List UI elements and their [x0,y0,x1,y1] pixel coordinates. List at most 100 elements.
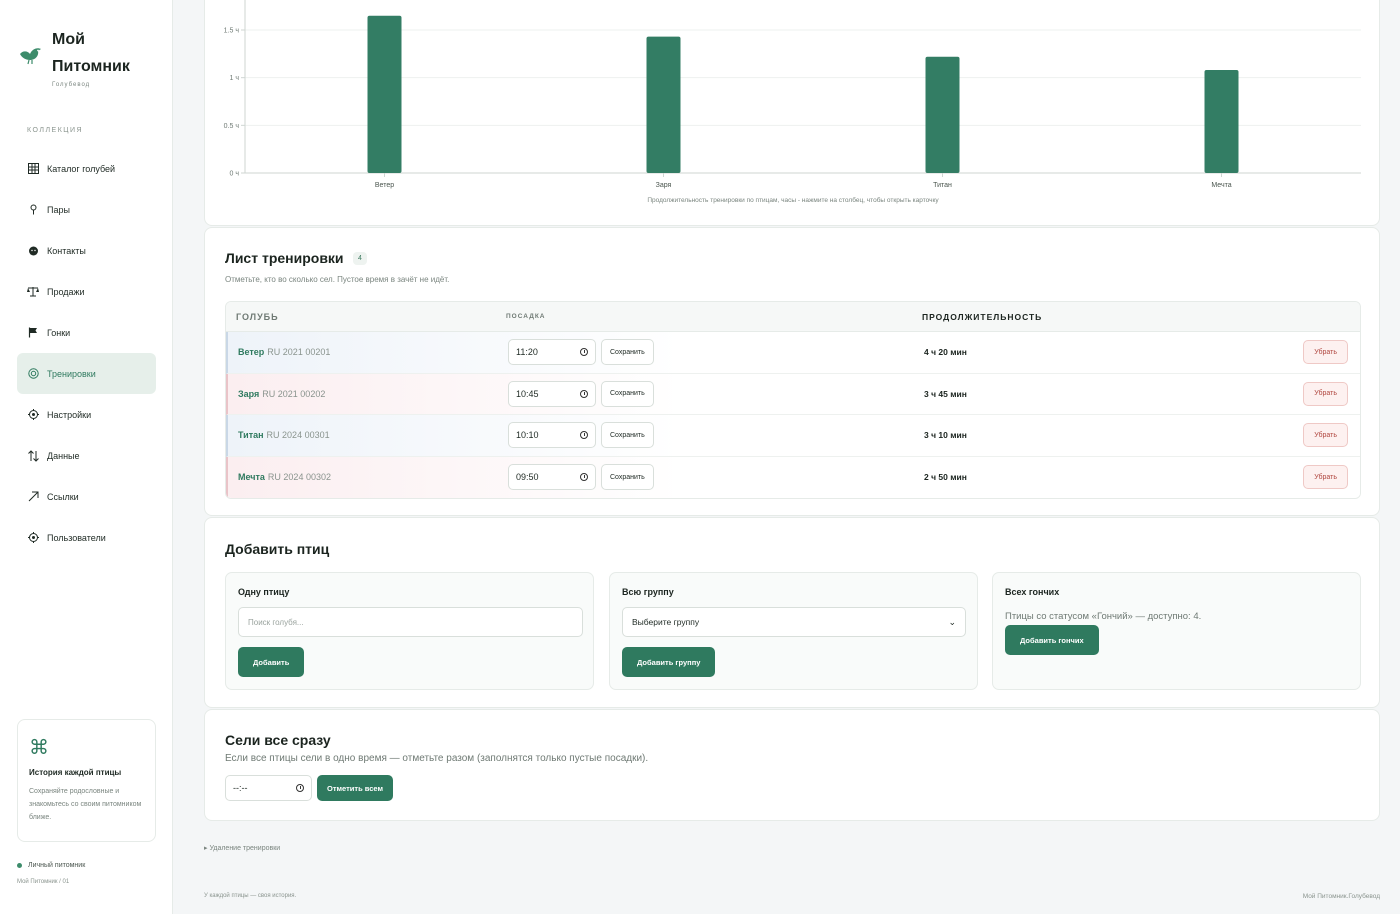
status-dot-icon [17,863,22,868]
gear-icon [27,409,39,421]
bird-name-link[interactable]: Ветер [238,347,264,357]
bar[interactable] [646,36,681,173]
bird-ring: RU 2021 00201 [267,347,331,358]
clock-icon [580,431,588,440]
clock-icon [296,784,304,792]
mark-all-button[interactable]: Отметить всем [317,775,393,801]
x-tick-label: Ветер [375,182,394,189]
landing-time-input[interactable]: 11:20 [508,339,596,366]
remove-button[interactable]: Убрать [1303,340,1348,365]
sidebar-item-label: Данные [47,450,80,461]
table-header: ГОЛУБЬ ПОСАДКА ПРОДОЛЖИТЕЛЬНОСТЬ [226,302,1360,332]
brand-title: Мой Питомник [52,31,130,75]
sort-arrows-icon [27,449,39,462]
training-table: ГОЛУБЬ ПОСАДКА ПРОДОЛЖИТЕЛЬНОСТЬ Ветер RU… [225,301,1361,499]
save-button[interactable]: Сохранить [601,422,654,449]
delete-training-toggle[interactable]: ▸ Удаление тренировки [204,844,280,852]
sidebar-item-users[interactable]: Пользователи [17,517,156,558]
remove-button[interactable]: Убрать [1303,465,1348,490]
add-hounds-button[interactable]: Добавить гончих [1005,625,1099,655]
table-row: Мечта RU 2024 00302 09:50 Сохранить 2 ч 5… [226,456,1360,498]
bird-name-link[interactable]: Заря [238,389,259,399]
add-bird-button[interactable]: Добавить [238,647,305,677]
sidebar-item-data[interactable]: Данные [17,435,156,476]
bar[interactable] [367,15,402,174]
footer-tagline: У каждой птицы — своя история. [204,893,297,899]
clock-icon [580,389,588,398]
bar[interactable] [925,56,960,173]
search-bird-input[interactable]: Поиск голубя... [238,607,583,637]
x-tick-label: Титан [933,182,952,189]
link-arrow-icon [27,491,39,503]
bird-ring: RU 2021 00202 [262,388,326,399]
duration-chart-card: 0 ч 0.5 ч 1 ч 1.5 ч Ветер Заря Титан Мечта Прод… [204,0,1380,226]
hounds-info: Птицы со статусом «Гончий» — доступно: 4… [1005,611,1202,622]
clock-icon [580,473,588,482]
bird-ring: RU 2024 00301 [266,430,330,441]
sidebar-item-label: Пользователи [47,532,106,543]
add-group-title: Всю группу [622,587,674,597]
sidebar-nav: Каталог голубей Пары Контакты Продажи Го… [17,148,156,558]
group-select[interactable]: Выберите группу ⌄ [622,607,966,637]
y-tick-label: 0 ч [230,171,240,178]
col-landing: ПОСАДКА [506,313,546,320]
footer-brand: Мой Питомник.Голубевод [1302,893,1380,900]
sidebar-item-races[interactable]: Гонки [17,312,156,353]
sidebar: Мой Питомник Голубевод КОЛЛЕКЦИЯ Каталог… [0,0,173,914]
save-button[interactable]: Сохранить [601,380,654,407]
x-tick-label: Мечта [1211,182,1231,189]
remove-button[interactable]: Убрать [1303,423,1348,448]
sheet-subtitle: Отметьте, кто во сколько сел. Пустое вре… [225,275,450,284]
scales-icon [27,286,39,298]
sidebar-item-trainings[interactable]: Тренировки [17,353,156,394]
duration-value: 3 ч 45 мин [924,388,967,399]
duration-value: 4 ч 20 мин [924,347,967,358]
add-group-button[interactable]: Добавить группу [622,647,716,677]
bar[interactable] [1204,70,1239,173]
time-value: --:-- [233,783,248,793]
sidebar-item-settings[interactable]: Настройки [17,394,156,435]
count-badge: 4 [353,252,367,266]
sidebar-item-catalog[interactable]: Каталог голубей [17,148,156,189]
add-single-title: Одну птицу [238,587,290,597]
landing-time-input[interactable]: 10:45 [508,380,596,407]
sidebar-item-pairs[interactable]: Пары [17,189,156,230]
promo-card: ⌘ История каждой птицы Сохраняйте родосл… [17,719,156,842]
landing-time-input[interactable]: 10:10 [508,422,596,449]
save-button[interactable]: Сохранить [601,464,654,491]
promo-text: Сохраняйте родословные и знакомьтесь со … [29,788,142,821]
bird-name-link[interactable]: Титан [238,430,264,440]
sidebar-item-label: Тренировки [47,368,96,379]
kennel-label: Личный питомник [28,862,86,869]
brand[interactable]: Мой Питомник Голубевод [17,26,152,88]
x-tick-label: Заря [656,182,672,189]
sidebar-item-sales[interactable]: Продажи [17,271,156,312]
pin-icon [27,204,39,216]
y-tick-label: 0.5 ч [224,123,240,130]
sidebar-item-label: Продажи [47,286,85,297]
add-group-box: Всю группу Выберите группу ⌄ Добавить гр… [609,572,978,690]
table-row: Ветер RU 2021 00201 11:20 Сохранить 4 ч 2… [226,332,1360,374]
clock-icon [580,348,588,357]
save-button[interactable]: Сохранить [601,339,654,366]
kennel-status: Личный питомник [17,862,85,869]
sidebar-item-label: Каталог голубей [47,163,116,174]
remove-button[interactable]: Убрать [1303,381,1348,406]
group-select-value: Выберите группу [632,617,700,627]
sidebar-item-links[interactable]: Ссылки [17,476,156,517]
sidebar-item-label: Ссылки [47,491,79,502]
face-icon [27,245,39,257]
time-value: 10:45 [516,388,539,399]
col-duration: ПРОДОЛЖИТЕЛЬНОСТЬ [922,311,1043,322]
bird-name-link[interactable]: Мечта [238,472,265,482]
gear-icon [27,532,39,544]
time-value: 11:20 [516,347,538,358]
add-title: Добавить птиц [225,541,330,557]
target-icon [27,368,39,380]
table-row: Заря RU 2021 00202 10:45 Сохранить 3 ч 45… [226,373,1360,415]
landing-time-input[interactable]: 09:50 [508,464,596,491]
all-time-input[interactable]: --:-- [225,775,312,801]
flag-icon [27,327,39,339]
command-icon: ⌘ [29,737,49,759]
sidebar-item-contacts[interactable]: Контакты [17,230,156,271]
